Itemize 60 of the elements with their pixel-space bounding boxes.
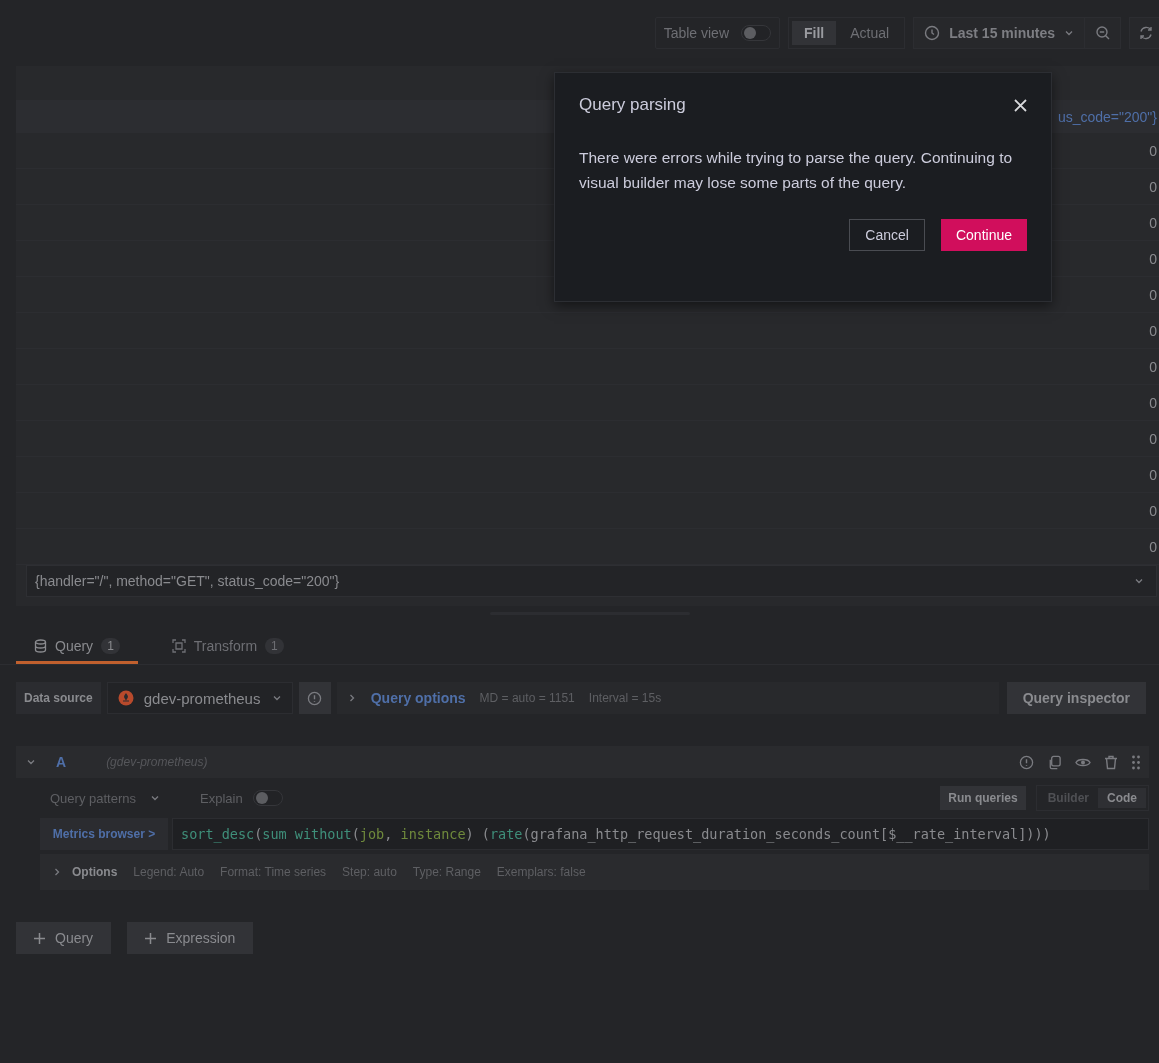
size-mode-option[interactable]: Fill xyxy=(792,21,837,45)
metrics-browser-button[interactable]: Metrics browser > xyxy=(40,818,168,850)
query-code-editor[interactable]: sort_desc(sum without(job, instance) (rate(grafana_http_request_duration_seconds_count[$__rate_interval]))) xyxy=(172,818,1149,850)
help-button[interactable] xyxy=(298,682,331,714)
table-cell-text: 0 xyxy=(1149,502,1158,519)
query-options-toggle[interactable]: Query options xyxy=(370,690,466,706)
cancel-button[interactable]: Cancel xyxy=(849,219,925,251)
table-cell-text: 0 xyxy=(1149,430,1158,447)
refresh-icon xyxy=(1138,25,1154,41)
table-cell-text: 0 xyxy=(1149,358,1158,375)
dialog-title: Query parsing xyxy=(579,95,686,115)
series-select[interactable]: {handler="/", method="GET", status_code="200"} xyxy=(26,565,1157,597)
confirm-button[interactable]: Continue xyxy=(940,219,1027,251)
run-queries-button[interactable]: Run queries xyxy=(940,786,1026,810)
dialog-message: There were errors while trying to parse the query. Continuing to visual builder may lose some parts of the query. xyxy=(579,148,1014,193)
trash-icon xyxy=(1104,754,1118,770)
flame-logo-icon xyxy=(117,690,134,706)
close-button[interactable] xyxy=(1012,96,1029,114)
add-button[interactable]: Query xyxy=(16,922,112,954)
table-cell-text: 0 xyxy=(1149,178,1158,195)
plus-icon xyxy=(34,932,45,944)
table-cell-text: 0 xyxy=(1149,214,1158,231)
data-source-select[interactable]: gdev-prometheus xyxy=(106,682,293,714)
chevron-down-icon xyxy=(1064,28,1074,38)
size-mode-option[interactable]: Actual xyxy=(838,21,902,45)
field-label: Data source xyxy=(16,682,101,714)
table-cell-text: 0 xyxy=(1149,286,1158,303)
table-cell-text: 0 xyxy=(1149,538,1158,555)
chevron-down-icon xyxy=(271,693,282,703)
table-cell-text: 0 xyxy=(1149,250,1158,267)
options-toggle[interactable] xyxy=(52,867,62,877)
collapse-toggle[interactable] xyxy=(26,757,36,767)
tab[interactable]: Transform 1 xyxy=(153,631,302,664)
chevron-down-icon xyxy=(1134,576,1144,586)
table-cell-text: 0 xyxy=(1149,466,1158,483)
table-cell-text: 0 xyxy=(1149,142,1158,159)
chevron-right-icon xyxy=(52,867,62,877)
clock-icon xyxy=(924,25,941,41)
options-label: Options xyxy=(72,865,118,879)
table-cell-text: 0 xyxy=(1149,394,1158,411)
query-inspector-button[interactable]: Query inspector xyxy=(1006,682,1146,714)
table-view-toggle[interactable]: Table view xyxy=(654,17,780,49)
refresh-button[interactable] xyxy=(1129,17,1159,49)
explain-toggle[interactable] xyxy=(252,790,283,806)
plus-icon xyxy=(145,932,157,944)
column-header: us_code="200"} xyxy=(1057,108,1158,125)
database-icon xyxy=(34,639,47,653)
drag-handle-icon xyxy=(1131,754,1141,770)
query-ref-name[interactable]: A xyxy=(56,754,67,770)
add-button[interactable]: Expression xyxy=(127,922,254,954)
copy-icon xyxy=(1047,754,1062,770)
query-patterns-dropdown[interactable]: Query patterns xyxy=(40,790,170,806)
chevron-down-icon xyxy=(150,793,160,803)
table-cell-text: 0 xyxy=(1149,322,1158,339)
transform-icon xyxy=(171,639,186,653)
editor-mode-option[interactable]: Code xyxy=(1098,788,1146,808)
chevron-down-icon xyxy=(26,757,36,767)
toggle-label: Explain xyxy=(200,790,243,806)
zoom-out-icon xyxy=(1094,25,1111,41)
close-icon xyxy=(1014,98,1027,112)
